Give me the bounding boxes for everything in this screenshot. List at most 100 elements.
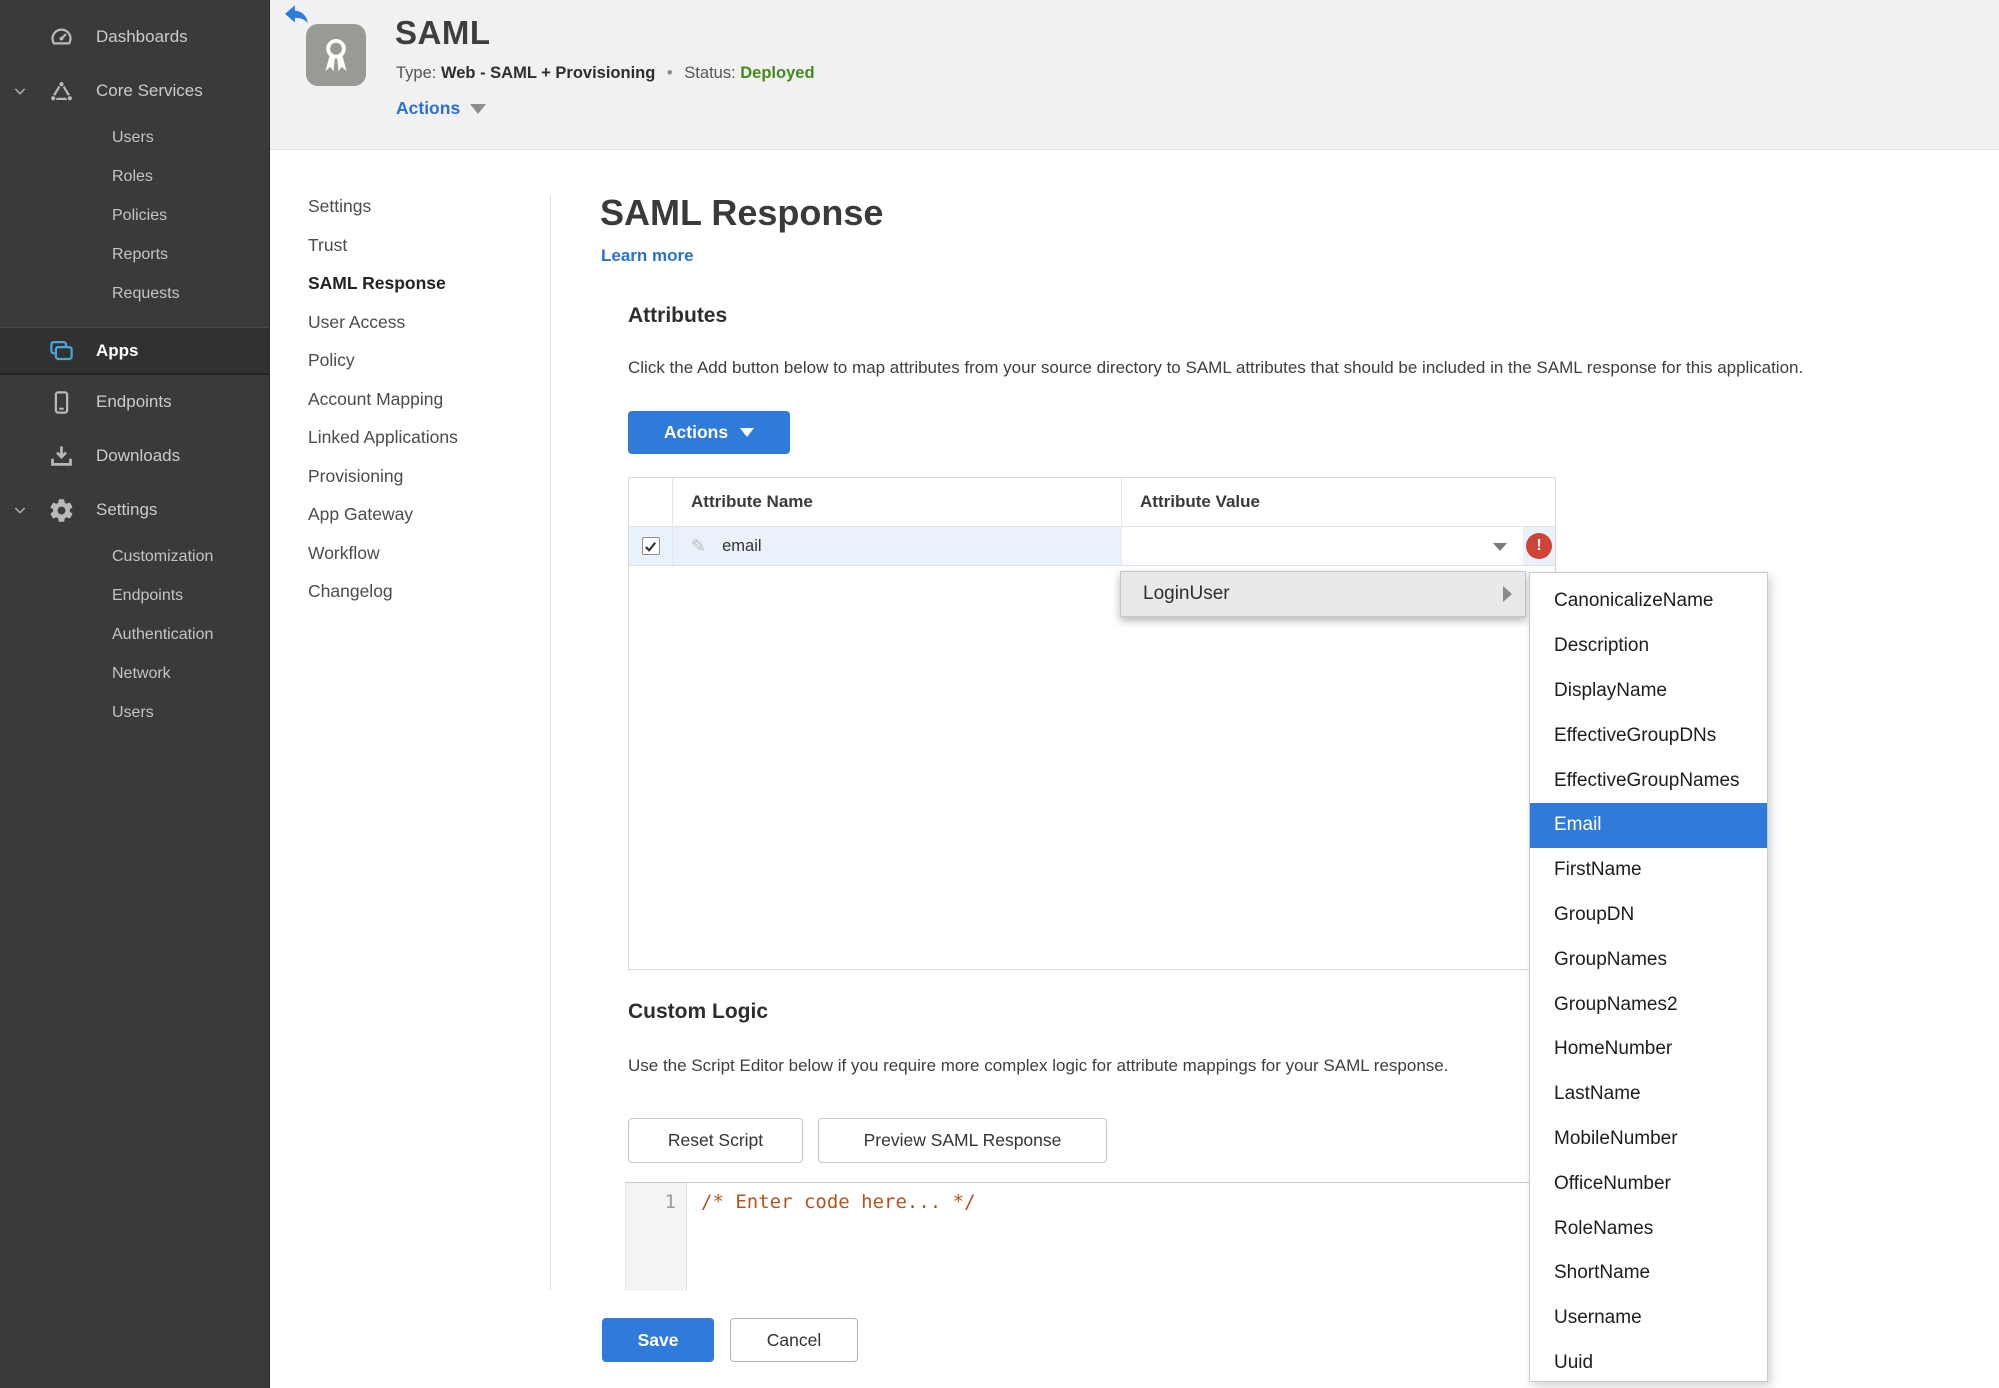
sidebar-item-policies[interactable]: Policies bbox=[0, 196, 269, 235]
row-checkbox-cell bbox=[629, 527, 673, 565]
header-actions-dropdown[interactable]: Actions bbox=[396, 98, 487, 119]
sidebar-item-users-settings[interactable]: Users bbox=[0, 693, 269, 732]
save-button[interactable]: Save bbox=[602, 1318, 714, 1362]
section-nav-item[interactable]: Linked Applications bbox=[308, 418, 528, 457]
app-section-nav: Settings Trust SAML Response User Access… bbox=[308, 187, 528, 611]
sidebar-item-label: Authentication bbox=[112, 625, 214, 643]
sidebar-item-endpoints[interactable]: Endpoints bbox=[0, 375, 269, 429]
sidebar-item-label: Downloads bbox=[96, 446, 181, 465]
sidebar-item-label: Reports bbox=[112, 245, 169, 263]
submenu-option[interactable]: OfficeNumber bbox=[1530, 1161, 1767, 1206]
submenu-option[interactable]: CanonicalizeName bbox=[1530, 579, 1767, 624]
reset-script-button[interactable]: Reset Script bbox=[628, 1118, 803, 1163]
download-icon bbox=[48, 443, 75, 470]
section-nav-item[interactable]: Settings bbox=[308, 187, 528, 226]
chevron-down-icon[interactable] bbox=[12, 502, 28, 523]
sidebar-item-endpoints-settings[interactable]: Endpoints bbox=[0, 576, 269, 615]
error-icon: ! bbox=[1526, 533, 1552, 559]
submenu-option[interactable]: RoleNames bbox=[1530, 1206, 1767, 1251]
submenu-option[interactable]: Email bbox=[1530, 802, 1767, 848]
submenu-option[interactable]: Uuid bbox=[1530, 1341, 1767, 1381]
status-label: Status: bbox=[684, 64, 736, 82]
type-label: Type: bbox=[396, 64, 437, 82]
sidebar-item-apps[interactable]: Apps bbox=[0, 327, 269, 375]
submenu-option[interactable]: MobileNumber bbox=[1530, 1117, 1767, 1162]
dropdown-caret-icon[interactable] bbox=[1493, 543, 1507, 551]
saml-response-page: Dashboards Core Services Users Roles Pol… bbox=[0, 0, 1999, 1388]
editor-code[interactable]: /* Enter code here... */ bbox=[701, 1191, 976, 1213]
sidebar-item-requests[interactable]: Requests bbox=[0, 274, 269, 313]
table-row[interactable]: ✎ email ! bbox=[629, 527, 1555, 566]
sidebar-item-downloads[interactable]: Downloads bbox=[0, 429, 269, 483]
mobile-device-icon bbox=[48, 389, 75, 416]
section-nav-item[interactable]: App Gateway bbox=[308, 495, 528, 534]
submenu-option[interactable]: EffectiveGroupNames bbox=[1530, 758, 1767, 803]
section-nav-item[interactable]: Account Mapping bbox=[308, 380, 528, 419]
submenu-option-label: LastName bbox=[1554, 1083, 1641, 1105]
section-nav-item[interactable]: Provisioning bbox=[308, 457, 528, 496]
sidebar-item-label: Customization bbox=[112, 547, 214, 565]
chevron-down-icon[interactable] bbox=[12, 83, 28, 104]
sidebar-item-label: Requests bbox=[112, 284, 180, 302]
value-menu-label: LoginUser bbox=[1143, 583, 1230, 604]
app-title: SAML bbox=[395, 14, 491, 51]
pencil-edit-icon[interactable]: ✎ bbox=[691, 536, 706, 557]
section-nav-item[interactable]: Trust bbox=[308, 226, 528, 265]
section-nav-label: Workflow bbox=[308, 542, 380, 563]
cancel-button[interactable]: Cancel bbox=[730, 1318, 858, 1362]
submenu-option-label: Uuid bbox=[1554, 1351, 1594, 1373]
sidebar-item-settings[interactable]: Settings bbox=[0, 483, 269, 537]
header-actions-label: Actions bbox=[396, 98, 461, 118]
sidebar-item-label: Users bbox=[112, 703, 154, 721]
sidebar-item-authentication[interactable]: Authentication bbox=[0, 615, 269, 654]
row-checkbox[interactable] bbox=[641, 537, 660, 555]
sidebar-item-users[interactable]: Users bbox=[0, 118, 269, 157]
submenu-option[interactable]: Description bbox=[1530, 624, 1767, 669]
submenu-option[interactable]: LastName bbox=[1530, 1072, 1767, 1117]
sidebar-item-reports[interactable]: Reports bbox=[0, 235, 269, 274]
submenu-option[interactable]: GroupNames2 bbox=[1530, 982, 1767, 1027]
section-nav-item[interactable]: Workflow bbox=[308, 534, 528, 573]
section-nav-item[interactable]: SAML Response bbox=[308, 264, 528, 303]
section-nav-label: Trust bbox=[308, 234, 348, 255]
submenu-option[interactable]: DisplayName bbox=[1530, 669, 1767, 714]
submenu-option-label: MobileNumber bbox=[1554, 1127, 1678, 1149]
sidebar-item-roles[interactable]: Roles bbox=[0, 157, 269, 196]
submenu-option-label: GroupNames bbox=[1554, 948, 1667, 970]
sidebar-item-core-services[interactable]: Core Services bbox=[0, 64, 269, 118]
sidebar-item-label: Network bbox=[112, 664, 171, 682]
submenu-option[interactable]: EffectiveGroupDNs bbox=[1530, 713, 1767, 758]
submenu-option[interactable]: Username bbox=[1530, 1296, 1767, 1341]
sidebar-item-label: Settings bbox=[96, 500, 158, 519]
submenu-option-label: OfficeNumber bbox=[1554, 1172, 1671, 1194]
section-nav-item[interactable]: User Access bbox=[308, 303, 528, 342]
script-editor[interactable]: 1 /* Enter code here... */ bbox=[625, 1182, 1537, 1291]
section-nav-label: Policy bbox=[308, 350, 355, 370]
sidebar-item-dashboards[interactable]: Dashboards bbox=[0, 10, 269, 64]
section-nav-item[interactable]: Changelog bbox=[308, 572, 528, 611]
sidebar-item-network[interactable]: Network bbox=[0, 654, 269, 693]
back-arrow-icon[interactable] bbox=[284, 4, 310, 26]
custom-logic-heading: Custom Logic bbox=[628, 1000, 768, 1023]
status-badge: Deployed bbox=[740, 64, 815, 82]
section-nav-label: Linked Applications bbox=[308, 427, 458, 447]
attributes-actions-button[interactable]: Actions bbox=[628, 411, 790, 454]
attribute-value-cell[interactable] bbox=[1122, 527, 1523, 565]
submenu-option[interactable]: ShortName bbox=[1530, 1251, 1767, 1296]
custom-logic-description: Use the Script Editor below if you requi… bbox=[628, 1056, 1449, 1075]
submenu-option[interactable]: GroupDN bbox=[1530, 893, 1767, 938]
preview-saml-response-button[interactable]: Preview SAML Response bbox=[818, 1118, 1107, 1163]
header-error-column bbox=[1523, 478, 1555, 526]
submenu-option[interactable]: GroupNames bbox=[1530, 937, 1767, 982]
attributes-heading: Attributes bbox=[628, 304, 728, 327]
value-menu-loginuser[interactable]: LoginUser bbox=[1120, 571, 1526, 617]
page-title: SAML Response bbox=[600, 192, 884, 233]
attributes-actions-label: Actions bbox=[663, 422, 729, 442]
sidebar-item-customization[interactable]: Customization bbox=[0, 537, 269, 576]
submenu-option[interactable]: HomeNumber bbox=[1530, 1027, 1767, 1072]
learn-more-link[interactable]: Learn more bbox=[601, 246, 694, 266]
submenu-option[interactable]: FirstName bbox=[1530, 848, 1767, 893]
section-nav-item[interactable]: Policy bbox=[308, 341, 528, 380]
section-nav-label: App Gateway bbox=[308, 504, 414, 524]
app-meta: Type: Web - SAML + Provisioning • Status… bbox=[396, 64, 815, 83]
